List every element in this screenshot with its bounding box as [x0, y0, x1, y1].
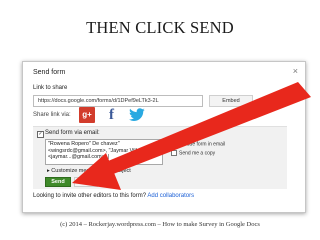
- dialog-title: Send form: [33, 69, 66, 76]
- send-via-email-label: Send form via email:: [45, 130, 100, 136]
- send-copy-label: Send me a copy: [179, 150, 216, 157]
- share-link-input[interactable]: https://docs.google.com/forms/d/1DPef9eL…: [33, 95, 203, 107]
- send-form-dialog: Send form × Link to share https://docs.g…: [22, 61, 306, 213]
- email-toggle-checkbox[interactable]: ✓: [37, 131, 44, 138]
- facebook-icon[interactable]: f: [109, 107, 121, 123]
- slide-title: THEN CLICK SEND: [86, 18, 234, 37]
- include-form-option[interactable]: ✓ Include form in email: [171, 141, 225, 147]
- email-panel: ✓ Send form via email: "Rowena Ropero" D…: [33, 126, 287, 189]
- link-to-share-label: Link to share: [33, 85, 68, 91]
- invite-question: Looking to invite other editors to this …: [33, 193, 147, 199]
- customize-label: Customize message and subject: [51, 168, 131, 174]
- cancel-button[interactable]: Cancel: [74, 177, 98, 187]
- embed-button[interactable]: Embed: [209, 95, 253, 107]
- add-collaborators-link[interactable]: Add collaborators: [147, 193, 194, 199]
- twitter-icon[interactable]: [128, 108, 146, 122]
- send-button[interactable]: Send: [45, 177, 71, 187]
- send-copy-option[interactable]: Send me a copy: [171, 150, 215, 156]
- close-icon[interactable]: ×: [293, 67, 298, 76]
- include-form-label: Include form in email: [179, 141, 226, 148]
- include-form-checkbox[interactable]: ✓: [171, 141, 177, 147]
- customize-message-toggle[interactable]: ▸ Customize message and subject: [47, 168, 131, 174]
- slide-footer: (c) 2014 – Rockerjay.wordpress.com – How…: [60, 221, 260, 228]
- recipients-field[interactable]: "Rowena Ropero" De chavez" <wingsrdc@gma…: [45, 139, 163, 165]
- invite-editors-text: Looking to invite other editors to this …: [33, 193, 194, 199]
- share-via-label: Share link via:: [33, 112, 71, 118]
- send-copy-checkbox[interactable]: [171, 150, 177, 156]
- google-plus-icon[interactable]: g+: [79, 107, 95, 123]
